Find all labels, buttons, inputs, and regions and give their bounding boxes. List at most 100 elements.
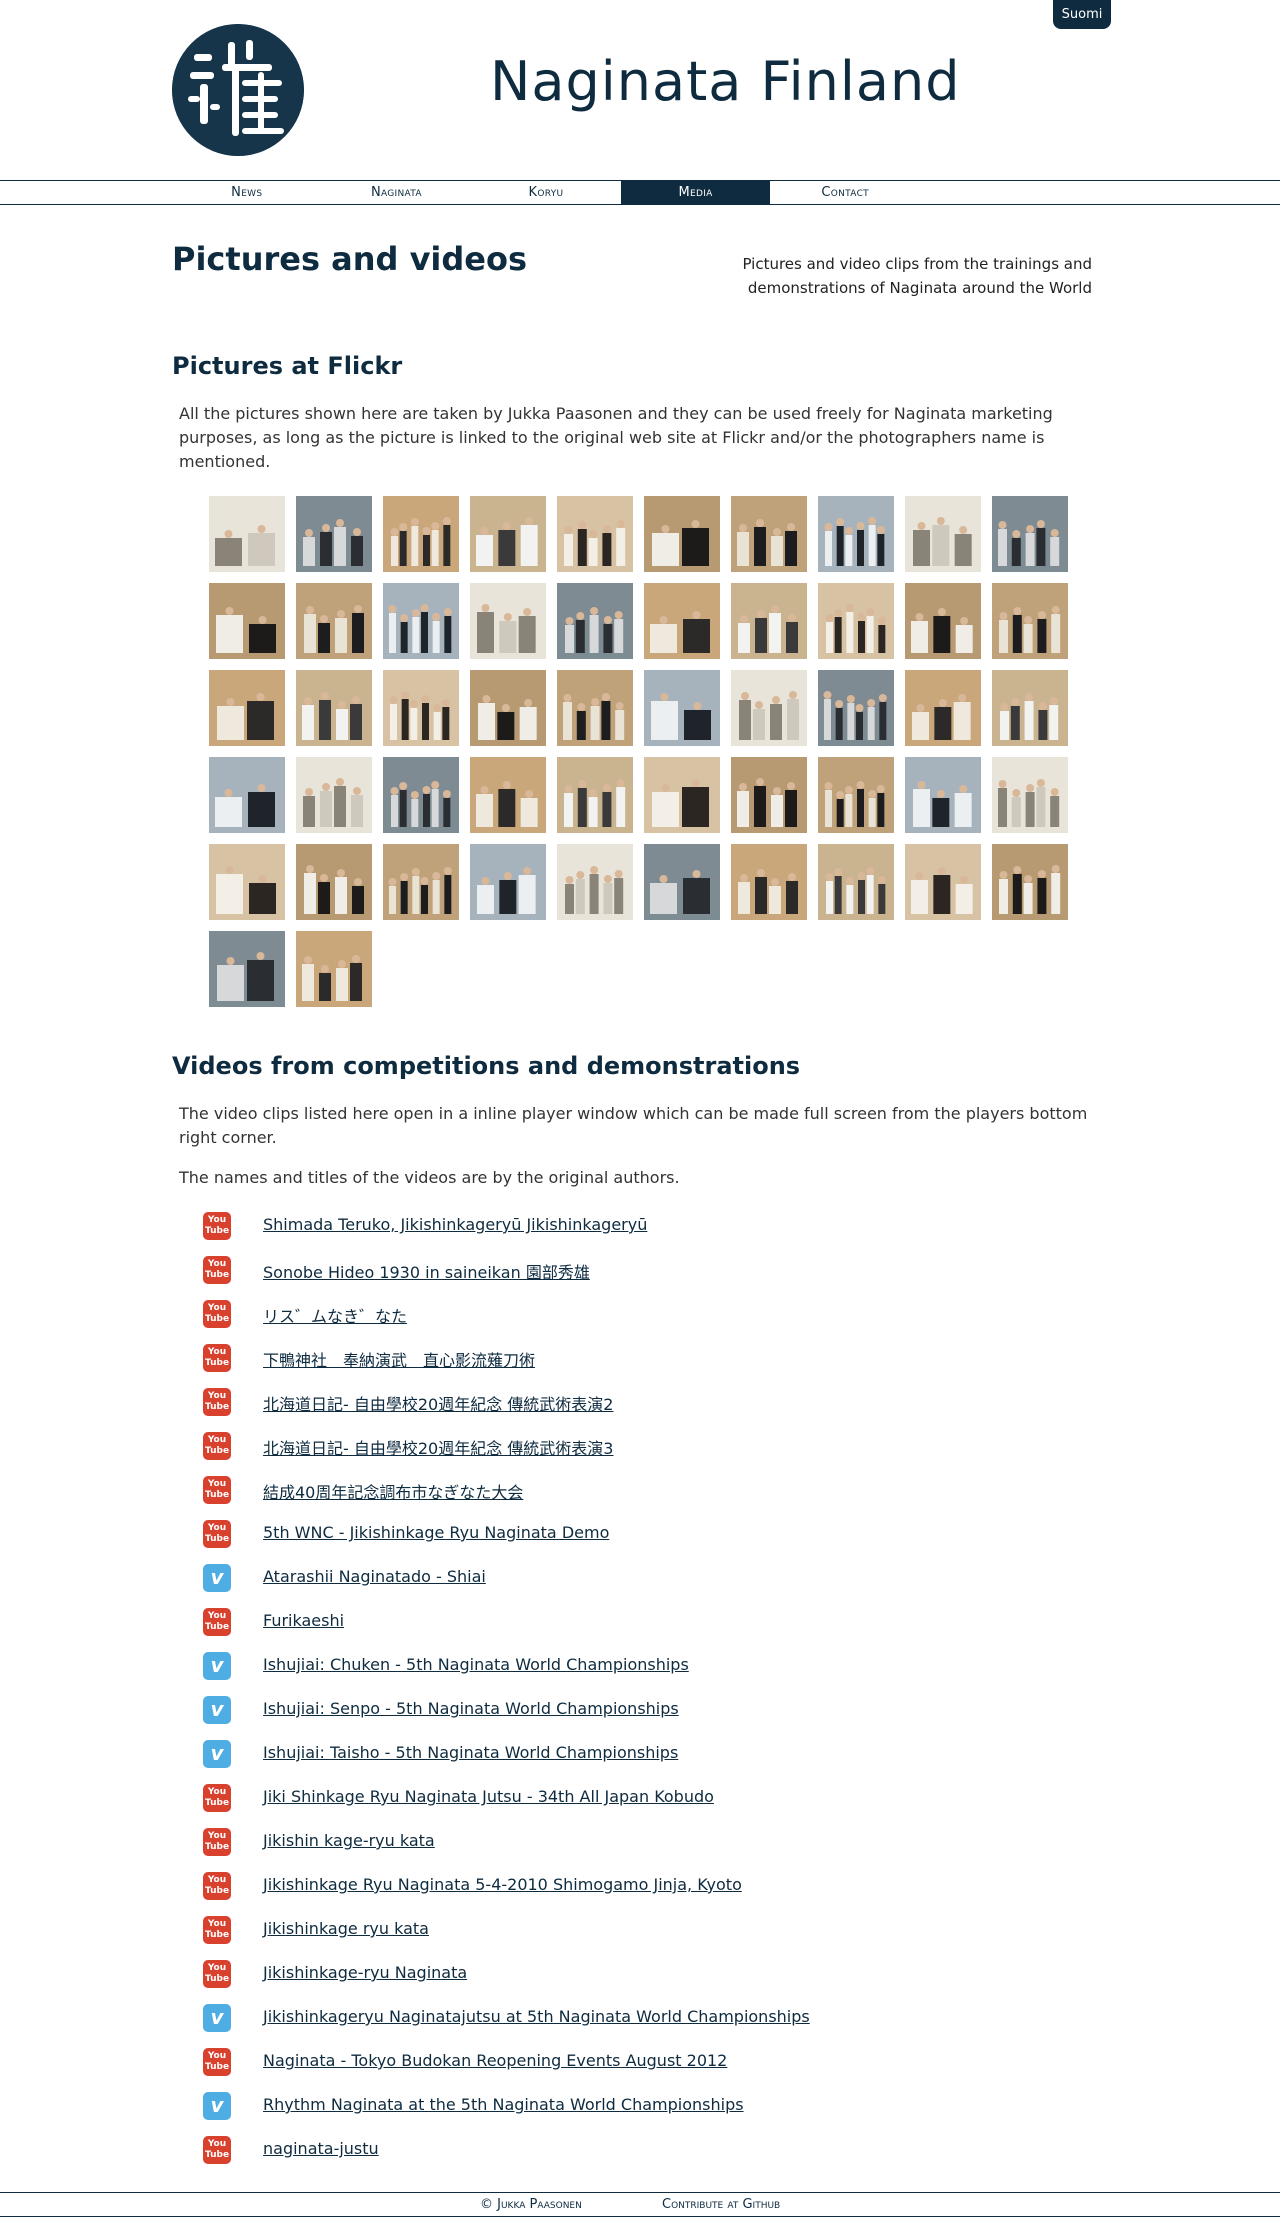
youtube-icon[interactable]: You Tube	[203, 1388, 231, 1416]
vimeo-icon[interactable]: v	[203, 1652, 231, 1680]
youtube-icon[interactable]: You Tube	[203, 1828, 231, 1856]
flickr-photo-thumbnail[interactable]	[209, 931, 285, 1007]
flickr-photo-thumbnail[interactable]	[992, 757, 1068, 833]
flickr-photo-thumbnail[interactable]	[383, 844, 459, 920]
flickr-photo-thumbnail[interactable]	[383, 757, 459, 833]
flickr-photo-thumbnail[interactable]	[209, 844, 285, 920]
video-link[interactable]: Naginata - Tokyo Budokan Reopening Event…	[263, 2051, 727, 2070]
vimeo-icon[interactable]: v	[203, 1740, 231, 1768]
video-link[interactable]: Atarashii Naginatado - Shiai	[263, 1567, 486, 1586]
nav-item-news[interactable]: News	[172, 181, 322, 204]
flickr-photo-thumbnail[interactable]	[209, 757, 285, 833]
flickr-photo-thumbnail[interactable]	[905, 757, 981, 833]
flickr-photo-thumbnail[interactable]	[905, 583, 981, 659]
youtube-icon[interactable]: You Tube	[203, 1344, 231, 1372]
youtube-icon[interactable]: You Tube	[203, 1872, 231, 1900]
flickr-photo-thumbnail[interactable]	[557, 757, 633, 833]
flickr-photo-thumbnail[interactable]	[296, 670, 372, 746]
flickr-photo-thumbnail[interactable]	[557, 583, 633, 659]
video-link[interactable]: 5th WNC - Jikishinkage Ryu Naginata Demo	[263, 1523, 609, 1542]
nav-item-contact[interactable]: Contact	[770, 181, 920, 204]
flickr-photo-thumbnail[interactable]	[644, 757, 720, 833]
flickr-photo-thumbnail[interactable]	[209, 583, 285, 659]
video-link[interactable]: 北海道日記- 自由學校20週年紀念 傳統武術表演3	[263, 1435, 614, 1459]
flickr-photo-thumbnail[interactable]	[557, 496, 633, 572]
nav-item-media[interactable]: Media	[620, 181, 771, 204]
video-link[interactable]: Jikishinkage-ryu Naginata	[263, 1963, 467, 1982]
video-link[interactable]: Jikishinkageryu Naginatajutsu at 5th Nag…	[263, 2007, 810, 2026]
video-link[interactable]: Shimada Teruko, Jikishinkageryū Jikishin…	[263, 1215, 647, 1234]
youtube-icon[interactable]: You Tube	[203, 1784, 231, 1812]
flickr-photo-thumbnail[interactable]	[818, 496, 894, 572]
flickr-photo-thumbnail[interactable]	[905, 496, 981, 572]
flickr-photo-thumbnail[interactable]	[209, 496, 285, 572]
flickr-photo-thumbnail[interactable]	[296, 844, 372, 920]
vimeo-icon[interactable]: v	[203, 2004, 231, 2032]
nav-item-koryu[interactable]: Koryu	[471, 181, 621, 204]
flickr-photo-thumbnail[interactable]	[905, 844, 981, 920]
video-link[interactable]: 北海道日記- 自由學校20週年紀念 傳統武術表演2	[263, 1391, 614, 1415]
video-link[interactable]: Jiki Shinkage Ryu Naginata Jutsu - 34th …	[263, 1787, 714, 1806]
flickr-photo-thumbnail[interactable]	[905, 670, 981, 746]
flickr-photo-thumbnail[interactable]	[470, 844, 546, 920]
flickr-photo-thumbnail[interactable]	[731, 844, 807, 920]
flickr-photo-thumbnail[interactable]	[209, 670, 285, 746]
flickr-photo-thumbnail[interactable]	[296, 496, 372, 572]
video-link[interactable]: Jikishinkage Ryu Naginata 5-4-2010 Shimo…	[263, 1875, 742, 1894]
flickr-photo-thumbnail[interactable]	[818, 757, 894, 833]
flickr-photo-thumbnail[interactable]	[296, 757, 372, 833]
flickr-photo-thumbnail[interactable]	[470, 496, 546, 572]
nav-item-naginata[interactable]: Naginata	[322, 181, 472, 204]
youtube-icon[interactable]: You Tube	[203, 1432, 231, 1460]
flickr-photo-thumbnail[interactable]	[992, 670, 1068, 746]
video-link[interactable]: Ishujiai: Taisho - 5th Naginata World Ch…	[263, 1743, 678, 1762]
naginata-logo-icon[interactable]	[172, 24, 304, 156]
flickr-photo-thumbnail[interactable]	[731, 496, 807, 572]
youtube-icon[interactable]: You Tube	[203, 1212, 231, 1240]
video-link[interactable]: Ishujiai: Senpo - 5th Naginata World Cha…	[263, 1699, 679, 1718]
youtube-icon[interactable]: You Tube	[203, 2048, 231, 2076]
flickr-photo-thumbnail[interactable]	[470, 757, 546, 833]
video-link[interactable]: Jikishinkage ryu kata	[263, 1919, 429, 1938]
video-link[interactable]: Furikaeshi	[263, 1611, 344, 1630]
video-link[interactable]: Sonobe Hideo 1930 in saineikan 園部秀雄	[263, 1259, 590, 1283]
flickr-photo-thumbnail[interactable]	[383, 583, 459, 659]
flickr-photo-thumbnail[interactable]	[557, 844, 633, 920]
youtube-icon[interactable]: You Tube	[203, 1960, 231, 1988]
flickr-photo-thumbnail[interactable]	[731, 757, 807, 833]
youtube-icon[interactable]: You Tube	[203, 1476, 231, 1504]
flickr-photo-thumbnail[interactable]	[731, 670, 807, 746]
youtube-icon[interactable]: You Tube	[203, 1520, 231, 1548]
youtube-icon[interactable]: You Tube	[203, 1300, 231, 1328]
flickr-photo-thumbnail[interactable]	[992, 583, 1068, 659]
flickr-photo-thumbnail[interactable]	[296, 931, 372, 1007]
flickr-photo-thumbnail[interactable]	[470, 670, 546, 746]
flickr-photo-thumbnail[interactable]	[818, 670, 894, 746]
flickr-photo-thumbnail[interactable]	[644, 844, 720, 920]
flickr-photo-thumbnail[interactable]	[644, 583, 720, 659]
vimeo-icon[interactable]: v	[203, 1564, 231, 1592]
video-link[interactable]: Jikishin kage-ryu kata	[263, 1831, 435, 1850]
flickr-photo-thumbnail[interactable]	[731, 583, 807, 659]
github-link[interactable]: Contribute at Github	[662, 2197, 780, 2212]
youtube-icon[interactable]: You Tube	[203, 1256, 231, 1284]
flickr-photo-thumbnail[interactable]	[383, 496, 459, 572]
video-link[interactable]: 下鴨神社 奉納演武 直心影流薙刀術	[263, 1347, 535, 1371]
flickr-photo-thumbnail[interactable]	[992, 844, 1068, 920]
flickr-photo-thumbnail[interactable]	[992, 496, 1068, 572]
flickr-photo-thumbnail[interactable]	[470, 583, 546, 659]
video-link[interactable]: 結成40周年記念調布市なぎなた大会	[263, 1479, 523, 1503]
vimeo-icon[interactable]: v	[203, 1696, 231, 1724]
youtube-icon[interactable]: You Tube	[203, 1608, 231, 1636]
flickr-photo-thumbnail[interactable]	[818, 583, 894, 659]
flickr-photo-thumbnail[interactable]	[557, 670, 633, 746]
flickr-photo-thumbnail[interactable]	[383, 670, 459, 746]
video-link[interactable]: Rhythm Naginata at the 5th Naginata Worl…	[263, 2095, 744, 2114]
youtube-icon[interactable]: You Tube	[203, 2136, 231, 2164]
flickr-photo-thumbnail[interactable]	[818, 844, 894, 920]
video-link[interactable]: naginata-justu	[263, 2139, 379, 2158]
vimeo-icon[interactable]: v	[203, 2092, 231, 2120]
video-link[interactable]: リス゛ムなき゛なた	[263, 1303, 407, 1327]
flickr-photo-thumbnail[interactable]	[296, 583, 372, 659]
youtube-icon[interactable]: You Tube	[203, 1916, 231, 1944]
